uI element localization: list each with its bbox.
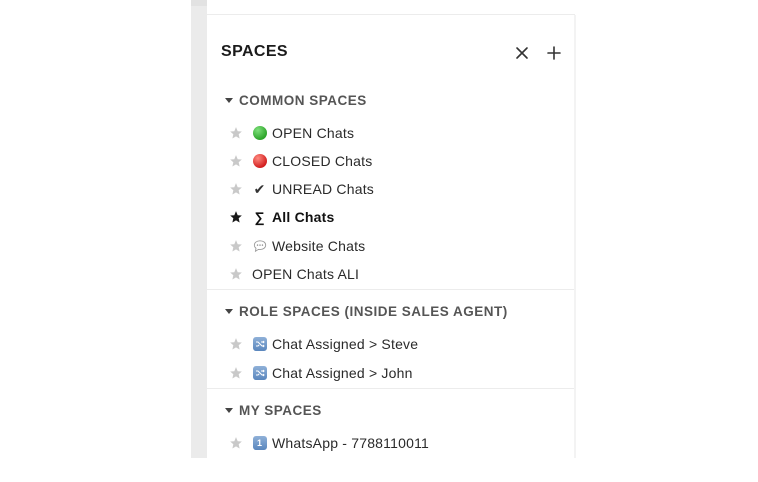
red-circle-icon	[252, 154, 267, 169]
star-icon[interactable]	[229, 154, 243, 168]
section-divider	[207, 289, 575, 290]
star-filled-icon[interactable]	[229, 210, 243, 224]
panel-title: SPACES	[221, 43, 289, 60]
space-item-label: WhatsApp - 7788110011	[272, 435, 430, 451]
section-role-spaces[interactable]: ROLE SPACES (INSIDE SALES AGENT)	[225, 302, 508, 320]
space-item-open-chats[interactable]: OPEN Chats	[229, 122, 354, 144]
add-space-button[interactable]	[542, 41, 566, 65]
space-item-label: Website Chats	[272, 238, 366, 254]
space-item-chat-assigned-steve[interactable]: Chat Assigned > Steve	[229, 333, 418, 355]
space-item-label: Chat Assigned > John	[272, 365, 413, 381]
space-item-all-chats[interactable]: ∑ All Chats	[229, 206, 334, 228]
section-my-spaces[interactable]: MY SPACES	[225, 401, 322, 419]
shuffle-icon	[252, 366, 267, 381]
section-common-spaces[interactable]: COMMON SPACES	[225, 91, 367, 109]
space-item-label: Chat Assigned > Steve	[272, 336, 419, 352]
sidebar-edge	[191, 0, 207, 458]
caret-down-icon	[225, 407, 233, 413]
star-icon[interactable]	[229, 436, 243, 450]
space-item-label: All Chats	[272, 209, 335, 225]
star-icon[interactable]	[229, 267, 243, 281]
star-icon[interactable]	[229, 182, 243, 196]
star-icon[interactable]	[229, 126, 243, 140]
shuffle-icon	[252, 337, 267, 352]
sidebar-edge-top	[191, 0, 207, 6]
space-item-label: OPEN Chats ALI	[252, 266, 360, 282]
star-icon[interactable]	[229, 366, 243, 380]
space-item-chat-assigned-john[interactable]: Chat Assigned > John	[229, 362, 413, 384]
space-item-label: CLOSED Chats	[272, 153, 373, 169]
spaces-panel: SPACES COMMON SPACES OPEN Chats CLOSED C…	[207, 15, 575, 458]
space-item-closed-chats[interactable]: CLOSED Chats	[229, 150, 372, 172]
section-label: ROLE SPACES (INSIDE SALES AGENT)	[239, 303, 508, 319]
checkmark-icon: ✔	[253, 180, 266, 197]
space-item-whatsapp[interactable]: 1 WhatsApp - 7788110011	[229, 432, 429, 454]
star-icon[interactable]	[229, 239, 243, 253]
close-button[interactable]	[510, 41, 534, 65]
close-icon	[516, 47, 528, 59]
panel-edge	[574, 15, 576, 458]
section-label: MY SPACES	[239, 402, 322, 418]
section-label: COMMON SPACES	[239, 92, 367, 108]
caret-down-icon	[225, 97, 233, 103]
panel-header: SPACES	[221, 41, 575, 65]
caret-down-icon	[225, 308, 233, 314]
space-item-unread-chats[interactable]: ✔ UNREAD Chats	[229, 178, 374, 200]
speech-bubble-icon	[252, 239, 267, 254]
green-circle-icon	[252, 126, 267, 141]
space-item-label: OPEN Chats	[272, 125, 355, 141]
keycap-one-icon: 1	[252, 436, 267, 451]
space-item-open-chats-ali[interactable]: OPEN Chats ALI	[229, 263, 359, 285]
section-divider	[207, 388, 575, 389]
space-item-website-chats[interactable]: Website Chats	[229, 235, 365, 257]
plus-icon	[547, 46, 561, 60]
space-item-label: UNREAD Chats	[272, 181, 374, 197]
star-icon[interactable]	[229, 337, 243, 351]
sigma-icon: ∑	[254, 209, 265, 225]
